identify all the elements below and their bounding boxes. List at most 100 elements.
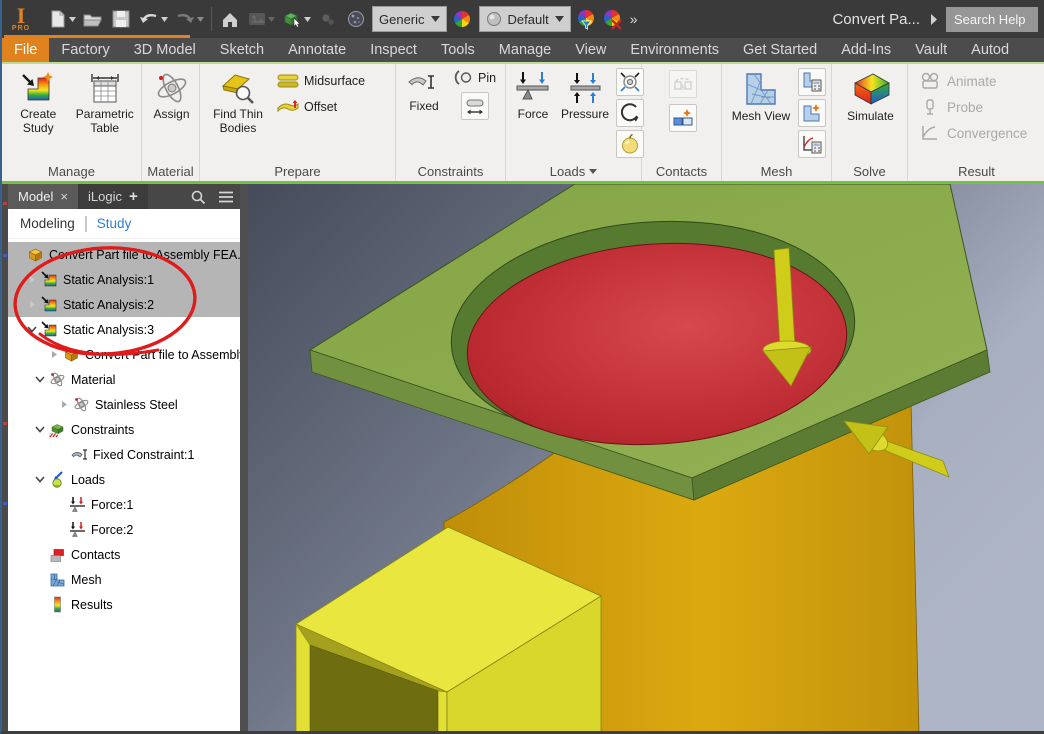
tree-item-stainless-steel[interactable]: Stainless Steel <box>8 392 240 417</box>
simulate-button[interactable]: Simulate <box>840 68 902 126</box>
tree-item-static-analysis-3[interactable]: Static Analysis:3 <box>8 317 240 342</box>
open-file-button[interactable] <box>80 5 106 33</box>
find-thin-bodies-button[interactable]: Find Thin Bodies <box>206 68 270 138</box>
close-icon[interactable]: × <box>60 189 68 204</box>
force-load-button[interactable]: Force <box>512 68 554 124</box>
fixed-constraint-button[interactable]: Fixed <box>402 68 446 116</box>
new-file-button[interactable] <box>46 5 78 33</box>
chevron-down-icon[interactable] <box>197 16 204 22</box>
tree-item-force-2[interactable]: Force:2 <box>8 517 240 542</box>
probe-button[interactable]: Probe <box>920 94 983 120</box>
material-cube-button[interactable] <box>279 5 313 33</box>
mode-study[interactable]: Study <box>97 216 132 231</box>
chevron-down-icon[interactable] <box>69 16 76 22</box>
chevron-down-icon[interactable] <box>268 16 275 22</box>
tab-tools[interactable]: Tools <box>429 38 487 62</box>
tab-file[interactable]: File <box>2 38 50 62</box>
manual-contact-button[interactable] <box>668 104 697 132</box>
tab-factory[interactable]: Factory <box>49 38 121 62</box>
viewport-3d[interactable] <box>248 184 1044 731</box>
material-dropdown[interactable]: Generic <box>372 6 447 32</box>
tab-inspect[interactable]: Inspect <box>358 38 429 62</box>
tree-item-contacts[interactable]: Contacts <box>8 542 240 567</box>
tab-view[interactable]: View <box>563 38 618 62</box>
search-expand-icon[interactable] <box>930 13 938 25</box>
browser-tab-model[interactable]: Model × <box>8 184 79 209</box>
add-tab-icon[interactable]: + <box>129 188 138 205</box>
save-icon <box>112 10 130 28</box>
redo-button[interactable] <box>172 5 206 33</box>
convergence-settings-icon <box>803 136 822 154</box>
appearance-image-button[interactable] <box>245 5 277 33</box>
offset-button[interactable]: Offset <box>274 98 368 116</box>
mode-modeling[interactable]: Modeling <box>20 216 75 231</box>
chevron-down-icon[interactable] <box>161 16 168 22</box>
tree-item-fixed-constraint[interactable]: Fixed Constraint:1 <box>8 442 240 467</box>
tree-item-constraints[interactable]: Constraints <box>8 417 240 442</box>
save-button[interactable] <box>108 5 134 33</box>
tab-add-ins[interactable]: Add-Ins <box>829 38 903 62</box>
tab-vault[interactable]: Vault <box>903 38 959 62</box>
toolbar-overflow-button[interactable]: » <box>626 11 640 27</box>
tree-item-force-1[interactable]: Force:1 <box>8 492 240 517</box>
adjust-appearance-button[interactable] <box>574 5 600 33</box>
tab-annotate[interactable]: Annotate <box>276 38 358 62</box>
material-browser-button[interactable] <box>450 5 476 33</box>
undo-button[interactable] <box>136 5 170 33</box>
gravity-load-button[interactable] <box>616 130 644 158</box>
animate-button[interactable]: Animate <box>920 68 997 94</box>
pin-constraint-button[interactable]: Pin <box>450 68 499 88</box>
local-mesh-control-button[interactable] <box>798 99 826 127</box>
contacts-icon <box>48 547 67 563</box>
midsurface-button[interactable]: Midsurface <box>274 72 368 90</box>
pressure-load-button[interactable]: Pressure <box>558 68 612 124</box>
tree-item-assembly-root[interactable]: Convert Part file to Assembly FEA.ip <box>8 242 240 267</box>
browser-search-button[interactable] <box>184 184 212 209</box>
browser-menu-button[interactable] <box>212 184 240 209</box>
tab-environments[interactable]: Environments <box>618 38 731 62</box>
convergence-button[interactable]: Convergence <box>920 120 1027 146</box>
bearing-load-button[interactable] <box>616 68 644 96</box>
panel-label-material: Material <box>147 163 194 179</box>
static-analysis-icon <box>40 321 59 338</box>
appearance-dropdown[interactable]: Default <box>478 6 571 32</box>
tab-sketch[interactable]: Sketch <box>208 38 276 62</box>
tree-item-mesh[interactable]: Mesh <box>8 567 240 592</box>
search-help-input[interactable]: Search Help <box>946 6 1038 32</box>
panel-label-prepare: Prepare <box>274 163 321 179</box>
panel-prepare: Find Thin Bodies Midsurface Offset Prepa… <box>200 64 396 181</box>
automatic-contacts-button[interactable] <box>668 70 697 98</box>
browser-tab-ilogic[interactable]: iLogic + <box>78 184 148 209</box>
home-view-button[interactable] <box>217 5 243 33</box>
assign-material-button[interactable]: Assign <box>148 68 195 124</box>
local-mesh-control-icon <box>803 104 820 122</box>
render-globe-button[interactable] <box>343 5 369 33</box>
frictionless-constraint-button[interactable] <box>460 92 489 120</box>
tree-item-part[interactable]: Convert Part file to Assembly <box>8 342 240 367</box>
convergence-settings-button[interactable] <box>798 130 826 158</box>
tab-get-started[interactable]: Get Started <box>731 38 829 62</box>
tree-item-static-analysis-2[interactable]: Static Analysis:2 <box>8 292 240 317</box>
moment-load-button[interactable] <box>616 99 644 127</box>
panel-flyout-chevron-icon[interactable] <box>589 168 598 174</box>
mesh-view-button[interactable]: Mesh View <box>728 68 794 126</box>
tab-3d-model[interactable]: 3D Model <box>122 38 208 62</box>
tree-item-results[interactable]: Results <box>8 592 240 617</box>
tree-item-material[interactable]: Material <box>8 367 240 392</box>
tree-item-static-analysis-1[interactable]: Static Analysis:1 <box>8 267 240 292</box>
tab-autodesk[interactable]: Autod <box>959 38 1021 62</box>
clear-appearance-button[interactable] <box>600 5 626 33</box>
results-icon <box>48 596 67 613</box>
chevron-down-icon[interactable] <box>304 16 311 22</box>
mesh-settings-button[interactable] <box>798 68 826 96</box>
static-analysis-icon <box>40 271 59 288</box>
open-folder-icon <box>83 14 102 27</box>
tab-manage[interactable]: Manage <box>487 38 563 62</box>
probe-icon <box>926 99 934 115</box>
parametric-table-button[interactable]: Parametric Table <box>73 68 137 138</box>
component-pair-button[interactable] <box>315 5 341 33</box>
create-study-button[interactable]: Create Study <box>8 68 69 138</box>
panel-divider[interactable] <box>240 184 248 731</box>
tree-item-loads[interactable]: Loads <box>8 467 240 492</box>
appearance-sphere-icon <box>486 12 501 26</box>
